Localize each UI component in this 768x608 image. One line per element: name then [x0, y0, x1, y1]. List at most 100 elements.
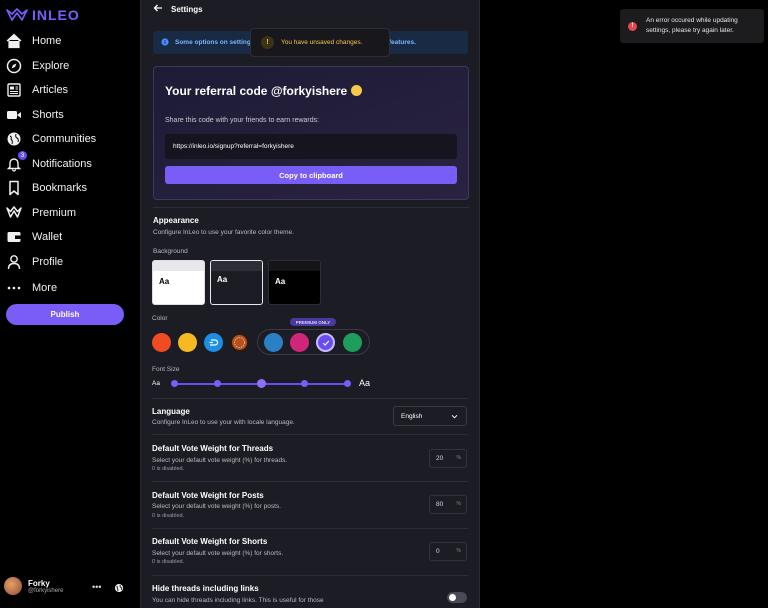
more-dots-icon — [6, 280, 22, 296]
error-toast-text: An error occured while updating settings,… — [646, 17, 738, 34]
vote-threads-value: 20 — [436, 455, 444, 462]
user-icon — [6, 254, 22, 270]
font-size-slider-handle[interactable] — [257, 379, 266, 388]
sidebar: INLEO Home Explore Articles Shorts Commu… — [0, 0, 140, 608]
language-value: English — [401, 412, 423, 420]
color-option-purple[interactable] — [316, 333, 335, 352]
avatar[interactable] — [4, 577, 22, 595]
referral-link-field[interactable]: https://inleo.io/signup?referral=forkyis… — [165, 134, 457, 159]
appearance-description: Configure InLeo to use your favorite col… — [153, 229, 294, 236]
color-option-brown[interactable] — [230, 333, 249, 352]
divider — [153, 207, 469, 208]
bookmark-icon — [6, 180, 22, 196]
hide-threads-title: Hide threads including links — [152, 584, 259, 593]
sidebar-item-label: Articles — [32, 84, 69, 96]
background-option-dark[interactable]: Aa — [268, 260, 321, 305]
sidebar-item-articles[interactable]: Articles — [6, 79, 68, 101]
warning-icon: ! — [261, 36, 274, 49]
hide-threads-toggle[interactable] — [447, 592, 467, 603]
publish-button[interactable]: Publish — [6, 304, 124, 325]
referral-card: Your referral code @forkyishere Share th… — [153, 66, 469, 200]
divider — [152, 528, 468, 529]
premium-only-badge: PREMIUM ONLY — [290, 318, 336, 326]
emoji-icon — [351, 85, 363, 96]
globe-icon[interactable] — [114, 580, 124, 598]
sidebar-item-wallet[interactable]: Wallet — [6, 226, 62, 248]
sidebar-item-label: Home — [32, 35, 62, 47]
vote-posts-description: Select your default vote weight (%) for … — [152, 503, 281, 510]
color-option-yellow[interactable] — [178, 333, 197, 352]
referral-subtitle: Share this code with your friends to ear… — [165, 117, 320, 124]
sidebar-item-communities[interactable]: Communities — [6, 128, 96, 150]
vote-shorts-value: 0 — [436, 548, 440, 555]
color-label: Color — [152, 315, 168, 322]
theme-header-strip — [269, 261, 320, 271]
leo-logo-icon — [6, 205, 22, 221]
language-description: Configure InLeo to use your with locale … — [152, 419, 295, 426]
sidebar-item-explore[interactable]: Explore — [6, 55, 69, 77]
font-size-step[interactable] — [214, 380, 221, 387]
divider — [152, 575, 468, 576]
error-toast[interactable]: ! An error occured while updating setting… — [620, 9, 764, 43]
sidebar-item-label: Notifications — [32, 158, 92, 170]
appearance-title: Appearance — [153, 216, 199, 225]
color-option-green[interactable] — [343, 333, 362, 352]
color-option-magenta[interactable] — [290, 333, 309, 352]
theme-sample-text: Aa — [275, 277, 286, 286]
color-option-steel-blue[interactable] — [264, 333, 283, 352]
ornament-icon — [234, 337, 245, 348]
logo-text: INLEO — [32, 7, 80, 23]
sidebar-item-more[interactable]: More — [6, 277, 57, 299]
sidebar-item-label: Wallet — [32, 231, 63, 243]
font-size-step[interactable] — [171, 380, 178, 387]
sidebar-item-home[interactable]: Home — [6, 30, 61, 52]
divider — [152, 481, 468, 482]
vote-shorts-title: Default Vote Weight for Shorts — [152, 537, 268, 546]
user-handle: @forkyishere — [28, 587, 64, 594]
sidebar-item-notifications[interactable]: 3 Notifications — [6, 151, 92, 175]
font-size-step[interactable] — [301, 380, 308, 387]
theme-header-strip — [211, 261, 262, 271]
inleo-logo[interactable]: INLEO — [6, 7, 80, 23]
theme-sample-text: Aa — [159, 277, 170, 286]
sidebar-item-profile[interactable]: Profile — [6, 251, 63, 273]
theme-sample-text: Aa — [217, 275, 228, 284]
font-size-label: Font Size — [152, 366, 180, 373]
background-option-dim[interactable]: Aa — [210, 260, 263, 305]
vote-posts-input[interactable]: 80 % — [429, 495, 467, 514]
unsaved-changes-toast: ! You have unsaved changes. — [250, 28, 390, 57]
account-menu-icon[interactable]: ••• — [92, 582, 101, 592]
wallet-icon — [6, 229, 22, 245]
percent-suffix: % — [456, 455, 461, 461]
bell-icon: 3 — [6, 151, 27, 172]
vote-threads-description: Select your default vote weight (%) for … — [152, 457, 288, 464]
notification-badge: 3 — [18, 151, 27, 160]
unsaved-changes-text: You have unsaved changes. — [281, 39, 363, 46]
percent-suffix: % — [456, 548, 461, 554]
language-select[interactable]: English — [393, 406, 467, 426]
sidebar-item-label: Explore — [32, 60, 70, 72]
sidebar-item-label: Communities — [32, 133, 97, 145]
color-option-red[interactable] — [152, 333, 171, 352]
theme-header-strip — [153, 261, 204, 271]
back-arrow-icon[interactable] — [153, 0, 163, 18]
vote-threads-input[interactable]: 20 % — [429, 449, 467, 468]
sidebar-item-bookmarks[interactable]: Bookmarks — [6, 177, 87, 199]
color-option-blue[interactable] — [204, 333, 223, 352]
vote-shorts-input[interactable]: 0 % — [429, 542, 467, 561]
error-icon: ! — [628, 21, 637, 31]
home-icon — [6, 33, 22, 49]
vote-threads-title: Default Vote Weight for Threads — [152, 444, 274, 453]
checkmark-icon — [322, 340, 329, 346]
copy-to-clipboard-button[interactable]: Copy to clipboard — [165, 166, 457, 184]
vote-shorts-description: Select your default vote weight (%) for … — [152, 550, 284, 557]
user-name: Forky — [28, 578, 50, 588]
sidebar-item-premium[interactable]: Premium — [6, 202, 76, 224]
leo-logo-icon — [6, 8, 28, 21]
font-size-step[interactable] — [344, 380, 351, 387]
user-account[interactable]: Forky @forkyishere ••• — [4, 577, 130, 595]
background-label: Background — [153, 248, 188, 255]
sidebar-item-shorts[interactable]: Shorts — [6, 104, 64, 126]
background-option-light[interactable]: Aa — [152, 260, 205, 305]
vote-posts-value: 80 — [436, 501, 444, 508]
